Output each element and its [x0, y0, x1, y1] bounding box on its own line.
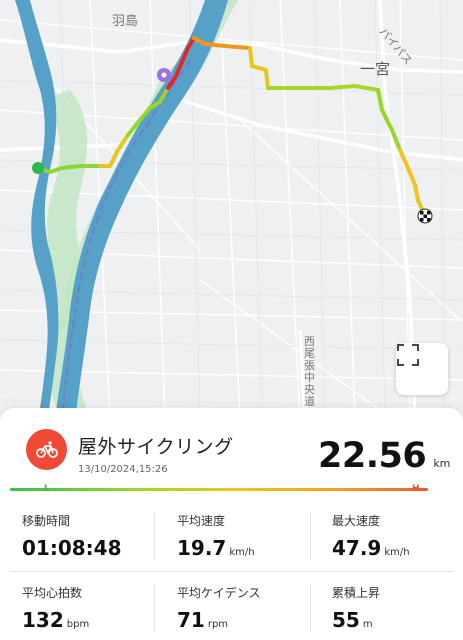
activity-datetime: 13/10/2024,15:26 [78, 464, 168, 475]
heart-rate-gradient-bar [10, 488, 428, 491]
stat-moving-time: 移動時間 01:08:48 [22, 512, 152, 560]
fullscreen-icon [397, 344, 419, 366]
bicycle-icon [26, 429, 67, 470]
distance-unit: km [433, 457, 451, 470]
map-label-ichinomiya: 一宮 [360, 60, 391, 78]
activity-summary-panel: 屋外サイクリング 13/10/2024,15:26 22.56 km L H 移… [0, 408, 463, 640]
route-start-marker [32, 162, 44, 174]
stat-label: 平均心拍数 [22, 586, 83, 600]
stat-avg-cadence: 平均ケイデンス 71 rpm [177, 584, 307, 632]
divider [310, 512, 311, 560]
map-label-hashima: 羽島 [112, 14, 139, 29]
stat-value: 55 m [332, 608, 373, 632]
gradient-high-label: H [412, 484, 420, 494]
activity-title: 屋外サイクリング [78, 436, 234, 458]
stat-elevation-gain: 累積上昇 55 m [332, 584, 462, 632]
map-canvas [0, 0, 463, 420]
divider [10, 571, 453, 572]
stat-avg-heart-rate: 平均心拍数 132 bpm [22, 584, 152, 632]
stat-value: 71 rpm [177, 608, 229, 632]
stat-label: 平均速度 [177, 514, 226, 528]
stat-label: 最大速度 [332, 514, 381, 528]
stat-value: 01:08:48 [22, 536, 122, 560]
stat-value: 19.7 km/h [177, 536, 255, 560]
stat-value: 132 bpm [22, 608, 90, 632]
distance-value: 22.56 [318, 436, 427, 476]
stat-label: 累積上昇 [332, 586, 381, 600]
route-map[interactable]: 羽島 一宮 バイパス 西尾張中央道 [0, 0, 463, 420]
distance-display: 22.56 km [318, 436, 450, 476]
gradient-low-label: L [44, 484, 50, 494]
map-label-road: 西尾張中央道 [304, 335, 315, 408]
finish-flag-icon [417, 208, 433, 224]
stat-label: 移動時間 [22, 514, 71, 528]
stat-value: 47.9 km/h [332, 536, 410, 560]
stat-label: 平均ケイデンス [177, 586, 261, 600]
divider [310, 584, 311, 632]
divider [154, 584, 155, 632]
stat-max-speed: 最大速度 47.9 km/h [332, 512, 462, 560]
fullscreen-button[interactable] [396, 343, 448, 395]
divider [154, 512, 155, 560]
stat-avg-speed: 平均速度 19.7 km/h [177, 512, 307, 560]
